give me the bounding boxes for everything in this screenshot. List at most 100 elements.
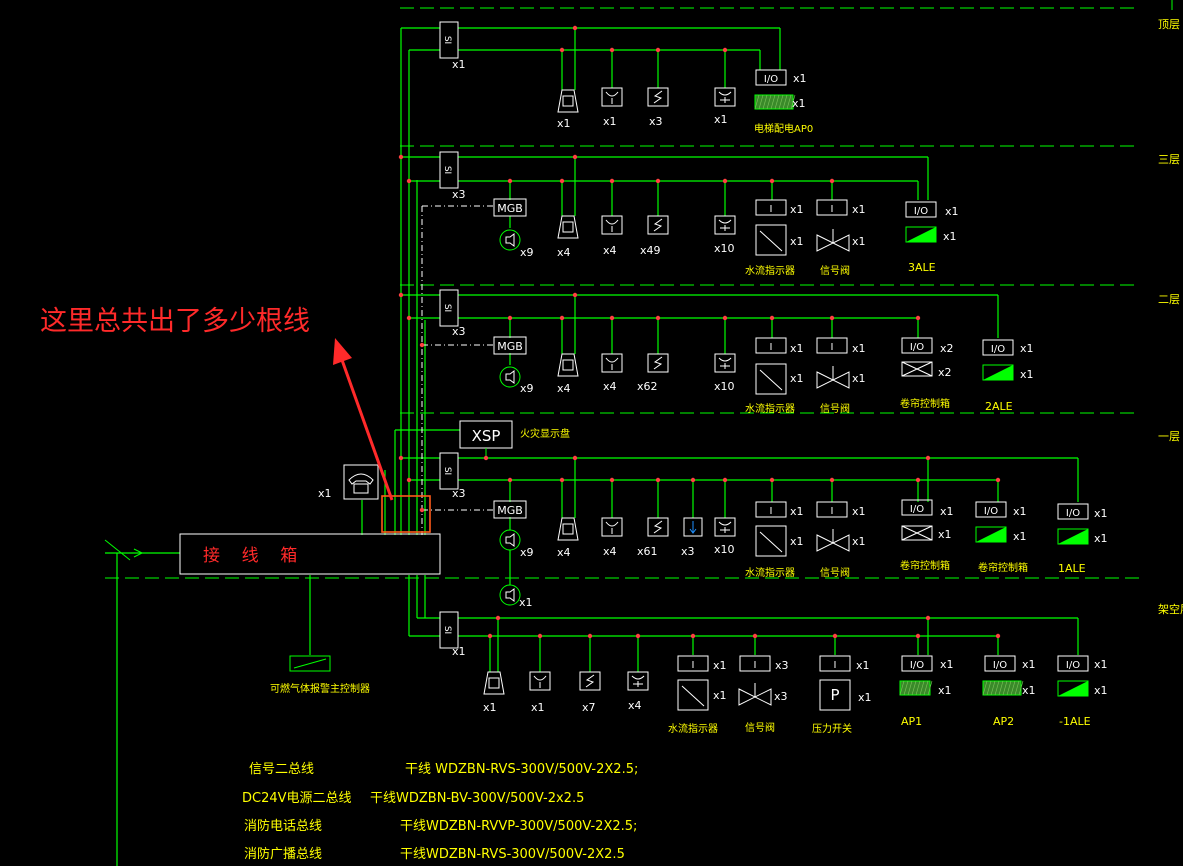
svg-text:I: I: [831, 204, 834, 215]
heat-detector-icon: [647, 517, 669, 537]
speaker-icon: [499, 229, 521, 251]
annotation-question: 这里总共出了多少根线: [40, 306, 310, 337]
smoke-detector-icon: [601, 353, 623, 373]
device-label: x1: [713, 659, 727, 672]
legend-spec-3: 干线WDZBN-RVS-300V/500V-2X2.5: [400, 847, 625, 862]
heat-detector-icon: [647, 215, 669, 235]
junction-node: [609, 477, 615, 483]
device-label: x1: [713, 689, 727, 702]
device-label: x1: [856, 659, 870, 672]
legend-name-0: 信号二总线: [249, 762, 314, 777]
junction-node: [915, 633, 921, 639]
device-label: x7: [582, 701, 596, 714]
junction-node: [995, 633, 1001, 639]
manual-alarm-icon: [557, 215, 579, 239]
junction-node: [829, 178, 835, 184]
water-flow-indicator-icon: [755, 224, 787, 256]
junction-node: [587, 633, 593, 639]
manual-alarm-icon: [557, 517, 579, 541]
svg-text:I/O: I/O: [910, 342, 924, 353]
hydrant-button-icon: [627, 671, 649, 691]
junction-node: [483, 455, 489, 461]
device-label: x1: [483, 701, 497, 714]
svg-text:I: I: [770, 506, 773, 517]
svg-text:I/O: I/O: [1066, 660, 1080, 671]
svg-text:I: I: [770, 342, 773, 353]
input-module: I: [819, 655, 851, 672]
device-label: x1: [1022, 658, 1036, 671]
floor-top-bus: [458, 27, 781, 90]
heat-detector-icon: [579, 671, 601, 691]
device-label: x1: [790, 372, 804, 385]
svg-text:I/O: I/O: [993, 660, 1007, 671]
device-label: x1: [1094, 507, 1108, 520]
ale-b-label: -1ALE: [1059, 715, 1091, 728]
module-si-3f: SI: [439, 151, 459, 189]
module-si-basement: SI: [439, 611, 459, 649]
svg-text:I/O: I/O: [910, 504, 924, 515]
legend-name-3: 消防广播总线: [244, 846, 322, 862]
water-flow-indicator-icon: [755, 525, 787, 557]
device-label: x4: [557, 382, 571, 395]
device-label: x1: [792, 97, 806, 110]
manual-alarm-icon: [557, 89, 579, 113]
junction-node: [559, 315, 565, 321]
legend-name-1: DC24V电源二总线: [242, 791, 352, 806]
device-label: x61: [637, 545, 658, 558]
device-label: x1: [1013, 505, 1027, 518]
input-module: I: [816, 337, 848, 354]
junction-node: [559, 178, 565, 184]
io-module: I/O: [982, 339, 1014, 356]
input-module: I: [816, 501, 848, 518]
xsp-panel: XSP: [459, 420, 513, 458]
svg-text:I/O: I/O: [991, 344, 1005, 355]
shutter-box-label: 卷帘控制箱: [900, 559, 950, 572]
svg-text:I/O: I/O: [1066, 508, 1080, 519]
device-label: x1: [519, 596, 533, 609]
junction-node: [609, 178, 615, 184]
hydrant-button-icon: [714, 353, 736, 373]
floor-label-3: 三层: [1158, 153, 1180, 166]
device-label: x1: [852, 235, 866, 248]
signal-valve-icon: [816, 229, 850, 252]
mgb-1f: MGB: [493, 500, 527, 519]
junction-node: [690, 477, 696, 483]
speaker-icon: [499, 584, 521, 606]
shutter-icon: [901, 361, 933, 377]
svg-text:I/O: I/O: [764, 74, 778, 85]
junction-node: [769, 178, 775, 184]
water-flow-indicator-icon: [677, 679, 709, 711]
junction-node: [722, 477, 728, 483]
fire-alarm-riser-diagram: 顶层 三层 二层 一层 架空层: [40, 0, 1183, 866]
junction-node: [419, 507, 425, 513]
svg-text:SI: SI: [442, 36, 452, 44]
smoke-detector-icon: [601, 87, 623, 107]
junction-node: [635, 633, 641, 639]
device-label: x1: [1022, 684, 1036, 697]
signal-valve-label: 信号阀: [820, 566, 850, 579]
signal-valve-icon: [816, 529, 850, 552]
svg-text:MGB: MGB: [497, 504, 523, 517]
junction-box: 接 线 箱: [179, 533, 441, 575]
speaker-icon: [499, 366, 521, 388]
manual-alarm-icon: [557, 353, 579, 377]
svg-text:I/O: I/O: [914, 206, 928, 217]
junction-node: [769, 315, 775, 321]
shutter-icon: [901, 525, 933, 541]
water-flow-label: 水流指示器: [745, 264, 795, 277]
device-label: x1: [852, 203, 866, 216]
fire-telephone: [343, 464, 379, 500]
io-module: I/O: [975, 501, 1007, 518]
water-flow-label: 水流指示器: [745, 566, 795, 579]
highlight-box: [381, 495, 431, 533]
flow-switch-icon: [683, 517, 703, 537]
water-flow-label: 水流指示器: [668, 722, 718, 735]
junction-node: [655, 178, 661, 184]
svg-text:x1: x1: [318, 487, 332, 500]
incoming-arrow: [104, 539, 143, 561]
smoke-detector-icon: [601, 517, 623, 537]
manual-alarm-icon: [483, 671, 505, 695]
module-si-2f: SI: [439, 289, 459, 327]
junction-node: [398, 154, 404, 160]
device-label: x3: [775, 659, 789, 672]
